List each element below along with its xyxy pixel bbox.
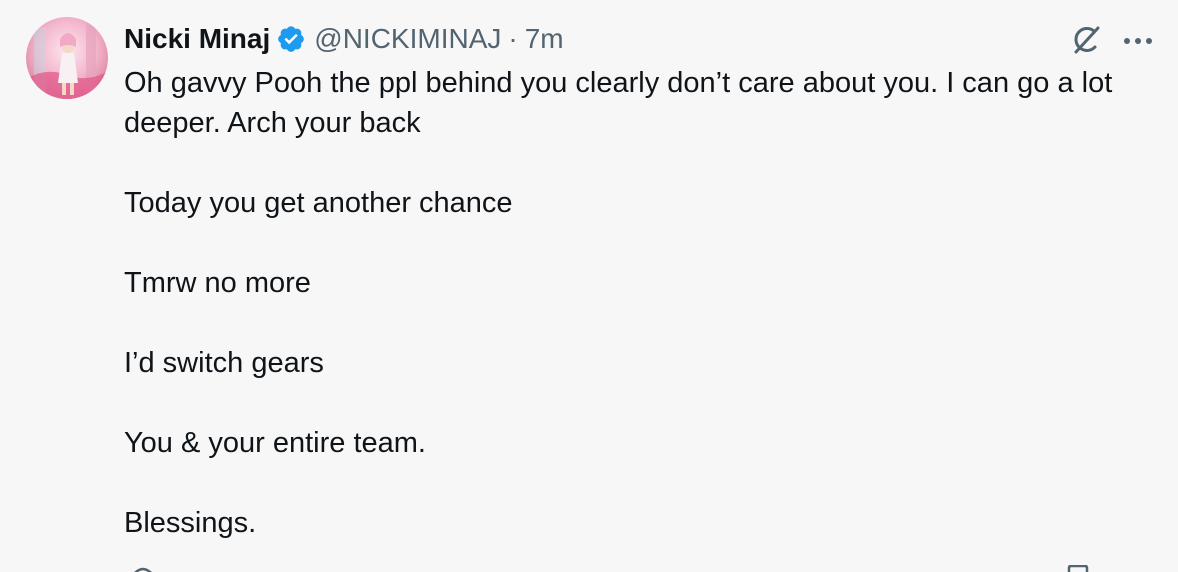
tweet-paragraph: Blessings.: [124, 507, 257, 539]
tweet-paragraph: Today you get another chance: [124, 187, 513, 219]
display-name[interactable]: Nicki Minaj: [124, 23, 270, 55]
tweet-paragraph: I’d switch gears: [124, 347, 324, 379]
reply-button[interactable]: [130, 562, 156, 572]
more-button[interactable]: [1118, 22, 1158, 62]
reply-icon: [130, 562, 156, 572]
tweet-paragraph: Oh gavvy Pooh the ppl behind you clearly…: [124, 67, 1113, 139]
tweet-paragraph: Tmrw no more: [124, 267, 311, 299]
timestamp[interactable]: 7m: [525, 23, 564, 55]
avatar[interactable]: [26, 17, 108, 99]
avatar-image: [26, 17, 108, 99]
separator: ·: [508, 23, 518, 54]
grok-button[interactable]: [1066, 22, 1106, 62]
more-horizontal-icon: [1122, 33, 1154, 51]
handle[interactable]: @NICKIMINAJ: [314, 23, 501, 55]
tweet-card: Nicki Minaj @NICKIMINAJ · 7m Oh gavvy Po…: [0, 0, 1178, 572]
bookmark-icon: [1066, 562, 1090, 572]
tweet-text: Oh gavvy Pooh the ppl behind you clearly…: [124, 63, 1144, 572]
bookmark-button[interactable]: [1066, 562, 1090, 572]
verified-badge-icon: [276, 24, 306, 54]
tweet-paragraph: You & your entire team.: [124, 427, 426, 459]
grok-icon: [1068, 22, 1104, 63]
tweet-header: Nicki Minaj @NICKIMINAJ · 7m: [124, 17, 564, 61]
